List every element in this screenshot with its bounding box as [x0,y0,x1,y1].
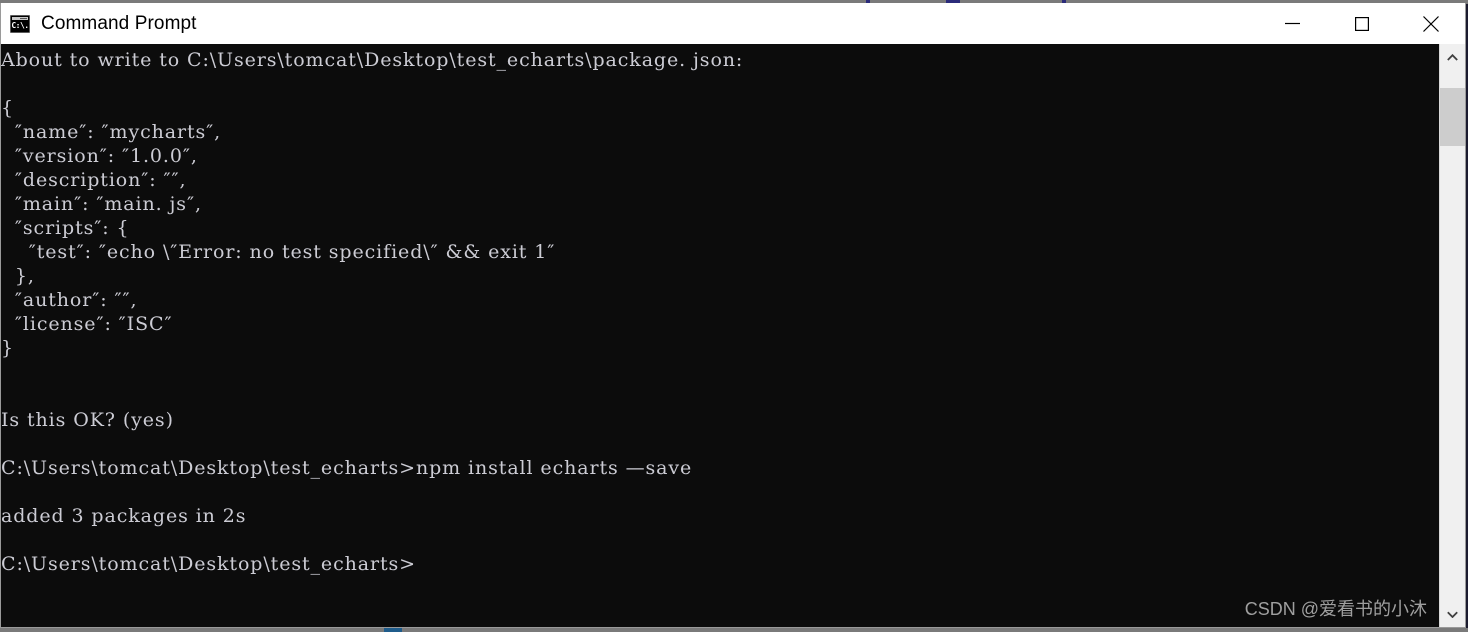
scrollbar-track[interactable] [1440,70,1465,601]
console-line: } [1,337,14,359]
console-line: ″scripts″: { [1,217,130,239]
scrollbar-thumb[interactable] [1440,88,1465,146]
console-line: About to write to C:\Users\tomcat\Deskto… [1,49,744,71]
console-line: C:\Users\tomcat\Desktop\test_echarts> [1,553,416,575]
command-prompt-window: C:\. Command Prompt About to write to C:… [0,3,1466,628]
console-output[interactable]: About to write to C:\Users\tomcat\Deskto… [1,44,1439,627]
console-line: ″description″: ″″, [1,169,187,191]
maximize-icon [1354,16,1369,31]
close-icon [1422,15,1439,32]
console-line: Is this OK? (yes) [1,409,174,431]
console-area: About to write to C:\Users\tomcat\Deskto… [1,44,1465,627]
minimize-icon [1285,22,1300,25]
maximize-button[interactable] [1327,3,1396,44]
scrollbar-down-button[interactable] [1440,601,1465,627]
console-line: { [1,97,14,119]
chevron-down-icon [1447,611,1458,618]
console-line: ″author″: ″″, [1,289,138,311]
vertical-scrollbar[interactable] [1439,44,1465,627]
scrollbar-up-button[interactable] [1440,44,1465,70]
window-caption-buttons [1258,3,1465,44]
window-titlebar[interactable]: C:\. Command Prompt [1,3,1465,44]
console-line: ″license″: ″ISC″ [1,313,173,335]
console-line: added 3 packages in 2s [1,505,247,527]
desktop-background: C:\. Command Prompt About to write to C:… [0,0,1468,632]
minimize-button[interactable] [1258,3,1327,44]
chevron-up-icon [1447,53,1458,61]
watermark: CSDN @爱看书的小沐 [1244,599,1427,619]
console-line: C:\Users\tomcat\Desktop\test_echarts>npm… [1,457,693,479]
console-line: ″version″: ″1.0.0″, [1,145,198,167]
console-line: ″test″: ″echo \″Error: no test specified… [1,241,556,263]
console-line: }, [1,265,35,287]
console-line: ″name″: ″mycharts″, [1,121,222,143]
console-line: ″main″: ″main. js″, [1,193,202,215]
command-prompt-icon: C:\. [10,14,30,33]
window-title: Command Prompt [41,12,197,34]
close-button[interactable] [1396,3,1465,44]
console-line-list: About to write to C:\Users\tomcat\Deskto… [1,48,1439,576]
background-strip-bottom [0,628,1468,632]
command-prompt-icon-glyph: C:\. [11,20,29,30]
